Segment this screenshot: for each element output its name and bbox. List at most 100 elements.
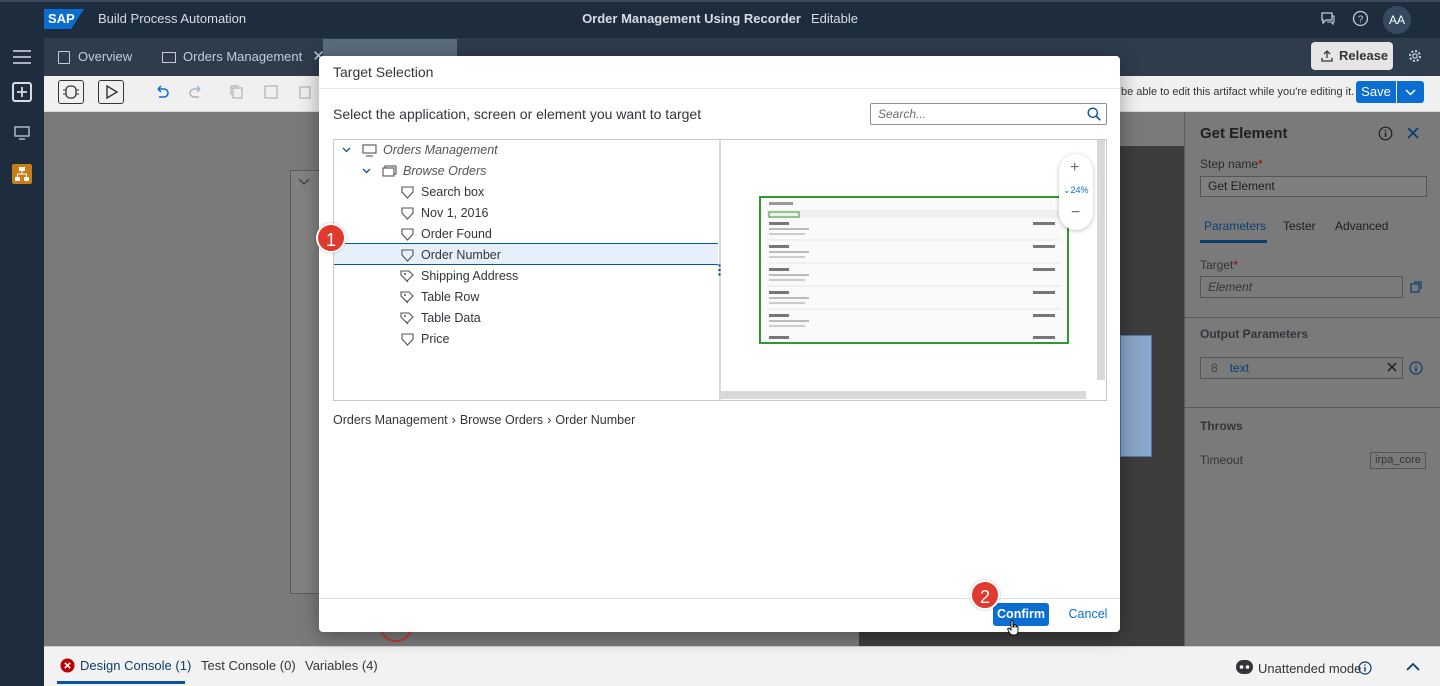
tree-item-label: Price	[421, 332, 450, 346]
cancel-button[interactable]: Cancel	[1060, 603, 1116, 626]
breadcrumb-item[interactable]: Orders Management	[333, 413, 448, 427]
tree-item-selected[interactable]: Order Number	[334, 245, 718, 266]
redo-icon[interactable]	[188, 85, 204, 99]
tab-variables[interactable]: Variables (4)	[305, 658, 378, 673]
step-marker-2: 2	[970, 580, 1000, 610]
clear-icon[interactable]	[1387, 362, 1397, 372]
lock-info-text: be able to edit this artifact while you'…	[1121, 86, 1355, 98]
chevron-down-icon[interactable]	[342, 147, 351, 153]
tree-item[interactable]: Price	[334, 329, 718, 350]
paste-icon[interactable]	[298, 85, 312, 99]
divider	[319, 598, 1120, 599]
horizontal-scrollbar[interactable]	[721, 391, 1086, 399]
chevron-right-icon: ›	[451, 413, 456, 427]
copy-icon[interactable]	[230, 85, 244, 99]
output-parameters-label: Output Parameters	[1200, 327, 1309, 341]
tree-item[interactable]: Table Data	[334, 308, 718, 329]
tab-orders-management[interactable]: Orders Management ✕	[148, 38, 325, 76]
close-icon[interactable]	[1407, 127, 1419, 139]
tree-item[interactable]: Order Found	[334, 224, 718, 245]
confirm-button[interactable]: Confirm	[993, 603, 1049, 626]
info-icon[interactable]	[1358, 661, 1372, 675]
element-icon	[400, 186, 415, 199]
divider	[1185, 317, 1440, 318]
monitor-icon[interactable]	[14, 126, 30, 140]
collection-icon	[400, 270, 415, 283]
tree-item[interactable]: Nov 1, 2016	[334, 203, 718, 224]
tree-item[interactable]: Orders Management	[334, 140, 718, 161]
screen-capture-thumbnail[interactable]	[759, 196, 1069, 344]
element-icon	[400, 207, 415, 220]
cut-icon[interactable]	[264, 85, 278, 99]
tree-item[interactable]: Table Row	[334, 287, 718, 308]
tab-tester[interactable]: Tester	[1283, 219, 1316, 233]
active-tab-indicator	[1200, 240, 1267, 243]
timeout-library-badge: irpa_core	[1370, 452, 1426, 469]
zoom-out-icon[interactable]: −	[1071, 204, 1080, 222]
chevron-down-icon[interactable]	[362, 168, 371, 174]
required-marker: *	[1233, 258, 1239, 272]
tab-overview[interactable]: Overview	[44, 38, 132, 76]
tree-item-label: Table Data	[421, 311, 481, 325]
undo-icon[interactable]	[154, 85, 170, 99]
debug-button[interactable]	[58, 80, 84, 104]
chevron-down-icon[interactable]	[298, 178, 310, 186]
tab-design-console[interactable]: Design Console (1)	[80, 658, 191, 673]
search-icon[interactable]	[1087, 107, 1101, 121]
timeout-label: Timeout	[1200, 453, 1243, 467]
edit-status: Editable	[810, 11, 858, 26]
tree-item-label: Order Found	[421, 227, 492, 241]
help-icon[interactable]: ?	[1352, 10, 1369, 27]
label-text: Target	[1200, 258, 1234, 272]
breadcrumb-item[interactable]: Browse Orders	[460, 413, 543, 427]
tree-item[interactable]: Browse Orders	[334, 161, 718, 182]
tree-item[interactable]: Shipping Address	[334, 266, 718, 287]
active-tab-indicator	[57, 681, 185, 684]
target-input[interactable]: Element	[1200, 276, 1403, 298]
error-icon	[60, 658, 75, 673]
throws-label: Throws	[1200, 419, 1243, 433]
save-dropdown-button[interactable]	[1397, 81, 1424, 103]
tab-advanced[interactable]: Advanced	[1335, 219, 1388, 233]
robot-icon	[1236, 660, 1253, 674]
tree-item[interactable]: Search box	[334, 182, 718, 203]
unattended-mode-label: Unattended mode	[1258, 661, 1362, 676]
save-button[interactable]: Save	[1356, 81, 1396, 103]
divider	[1185, 407, 1440, 408]
feedback-icon[interactable]	[1320, 10, 1336, 26]
breadcrumb-item[interactable]: Order Number	[555, 413, 635, 427]
menu-icon[interactable]	[13, 50, 31, 64]
tree-item-label: Table Row	[421, 290, 480, 304]
element-icon	[400, 249, 415, 262]
tab-test-console[interactable]: Test Console (0)	[201, 658, 296, 673]
canvas-screen-thumbnail	[1120, 335, 1152, 457]
tree-item-label: Order Number	[421, 248, 501, 262]
tab-parameters[interactable]: Parameters	[1204, 219, 1266, 233]
target-tree: Orders Management Browse Orders Search box…	[334, 140, 718, 400]
zoom-level: ⌄24%	[1063, 185, 1089, 195]
step-name-input[interactable]: Get Element	[1200, 176, 1427, 197]
search-input[interactable]: Search...	[870, 103, 1107, 125]
run-button[interactable]	[98, 80, 124, 104]
tree-item-label: Browse Orders	[403, 164, 487, 178]
info-icon[interactable]	[1409, 361, 1423, 375]
vertical-scrollbar[interactable]	[1097, 140, 1105, 380]
element-icon	[400, 228, 415, 241]
document-icon	[58, 51, 70, 65]
chevron-up-icon[interactable]	[1406, 662, 1420, 672]
gear-icon[interactable]	[1407, 48, 1423, 64]
open-target-icon[interactable]	[1410, 281, 1422, 293]
chevron-right-icon: ›	[547, 413, 552, 427]
svg-text:?: ?	[1358, 15, 1364, 26]
add-icon[interactable]	[12, 82, 32, 102]
user-avatar[interactable]: AA	[1383, 6, 1411, 34]
zoom-in-icon[interactable]: +	[1070, 159, 1079, 177]
output-parameter-field[interactable]: 8 text	[1200, 357, 1403, 379]
tab-label: Overview	[78, 49, 133, 64]
info-icon[interactable]	[1378, 126, 1393, 141]
divider	[319, 88, 1120, 89]
breadcrumb: Orders Management › Browse Orders › Order Nu…	[333, 413, 635, 427]
hierarchy-icon[interactable]	[12, 164, 32, 184]
dialog-instruction: Select the application, screen or elemen…	[333, 106, 702, 122]
collection-icon	[400, 312, 415, 325]
